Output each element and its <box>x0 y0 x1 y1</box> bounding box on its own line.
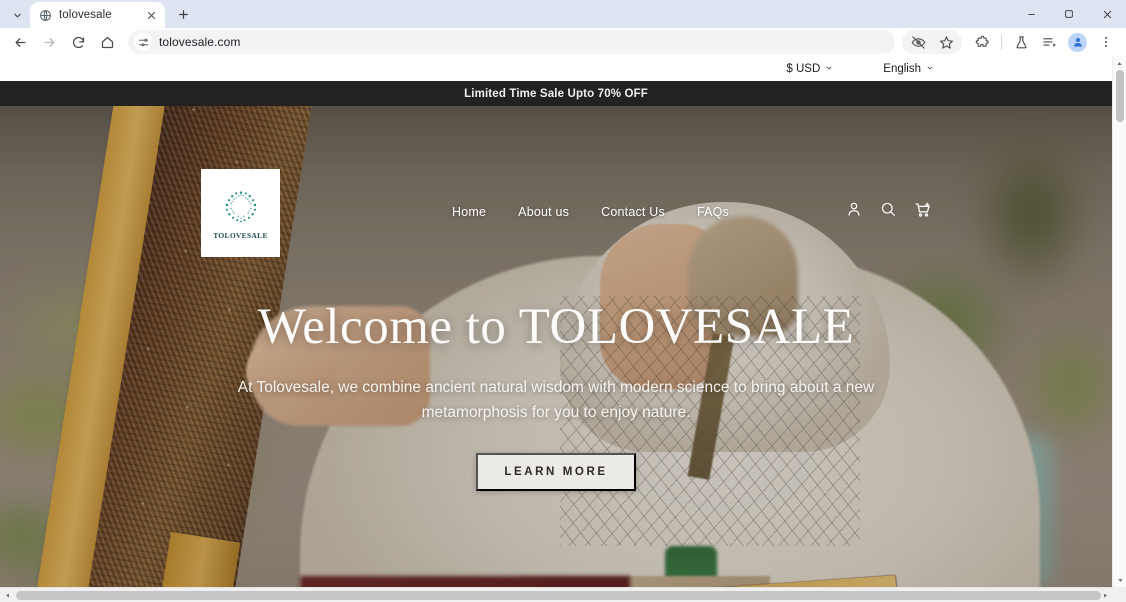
account-icon[interactable] <box>845 200 863 218</box>
currency-label: $ USD <box>786 62 821 75</box>
reload-icon[interactable] <box>64 29 92 55</box>
toolbar-right-actions <box>902 29 1120 55</box>
browser-window: tolovesale tolovesale.com $ USD English … <box>0 0 1126 602</box>
window-controls <box>1012 0 1126 28</box>
chevron-down-icon <box>825 64 833 74</box>
hero-section: TOLOVESALE Home About us Contact Us FAQs <box>0 106 1112 587</box>
account-avatar-icon[interactable] <box>1068 32 1087 52</box>
horizontal-scrollbar[interactable] <box>0 587 1126 602</box>
site-logo[interactable]: TOLOVESALE <box>201 169 280 257</box>
address-bar[interactable]: tolovesale.com <box>128 30 895 54</box>
scrollbar-corner <box>1112 587 1126 602</box>
logo-wordmark: TOLOVESALE <box>213 230 268 240</box>
caret-left-icon[interactable] <box>0 588 14 602</box>
arrow-left-icon[interactable] <box>6 29 34 55</box>
home-icon[interactable] <box>93 29 121 55</box>
tab-title: tolovesale <box>59 9 112 21</box>
vertical-scrollbar[interactable] <box>1112 56 1126 587</box>
cart-icon[interactable] <box>913 200 931 218</box>
page-viewport: $ USD English Limited Time Sale Upto 70%… <box>0 56 1126 602</box>
learn-more-button[interactable]: LEARN MORE <box>476 453 636 492</box>
nav-link-contact-us[interactable]: Contact Us <box>601 205 665 219</box>
site-header: TOLOVESALE Home About us Contact Us FAQs <box>0 106 1112 257</box>
nav-link-faqs[interactable]: FAQs <box>697 205 729 219</box>
close-icon[interactable] <box>144 8 159 23</box>
tab-search-icon[interactable] <box>4 2 30 28</box>
eye-off-icon[interactable] <box>904 29 932 55</box>
header-action-icons <box>845 200 931 218</box>
hero-title: Welcome to TOLOVESALE <box>257 299 855 355</box>
wreath-circle-icon <box>221 187 261 227</box>
globe-icon <box>39 9 52 22</box>
search-icon[interactable] <box>879 200 897 218</box>
browser-toolbar: tolovesale.com <box>0 28 1126 56</box>
puzzle-icon[interactable] <box>968 29 996 55</box>
utility-bar: $ USD English <box>0 56 1112 81</box>
announcement-text: Limited Time Sale Upto 70% OFF <box>464 87 648 100</box>
caret-up-icon[interactable] <box>1113 56 1126 70</box>
hero-subtitle: At Tolovesale, we combine ancient natura… <box>237 378 875 421</box>
list-play-icon[interactable] <box>1035 29 1063 55</box>
tune-sliders-icon[interactable] <box>134 33 152 51</box>
nav-link-about-us[interactable]: About us <box>518 205 569 219</box>
language-label: English <box>883 62 921 75</box>
new-tab-button[interactable] <box>170 1 196 27</box>
main-navigation: Home About us Contact Us FAQs <box>452 205 729 219</box>
flask-icon[interactable] <box>1007 29 1035 55</box>
tab-strip: tolovesale <box>0 0 1126 28</box>
arrow-right-icon <box>35 29 63 55</box>
language-selector[interactable]: English <box>883 63 934 75</box>
star-icon[interactable] <box>932 29 960 55</box>
caret-down-icon[interactable] <box>1113 573 1126 587</box>
three-dot-menu-icon[interactable] <box>1092 29 1120 55</box>
maximize-icon[interactable] <box>1050 0 1088 28</box>
window-close-icon[interactable] <box>1088 0 1126 28</box>
minimize-icon[interactable] <box>1012 0 1050 28</box>
horizontal-scroll-thumb[interactable] <box>16 591 1101 600</box>
url-text: tolovesale.com <box>159 35 241 49</box>
currency-selector[interactable]: $ USD <box>786 63 833 75</box>
nav-link-home[interactable]: Home <box>452 205 486 219</box>
browser-tab[interactable]: tolovesale <box>30 2 165 28</box>
website-page: $ USD English Limited Time Sale Upto 70%… <box>0 56 1112 587</box>
chevron-down-icon <box>926 64 934 74</box>
toolbar-divider <box>1001 34 1002 50</box>
caret-right-icon[interactable] <box>1098 588 1112 602</box>
vertical-scroll-thumb[interactable] <box>1116 70 1124 122</box>
announcement-bar: Limited Time Sale Upto 70% OFF <box>0 81 1112 106</box>
omnibox-actions <box>902 30 962 54</box>
